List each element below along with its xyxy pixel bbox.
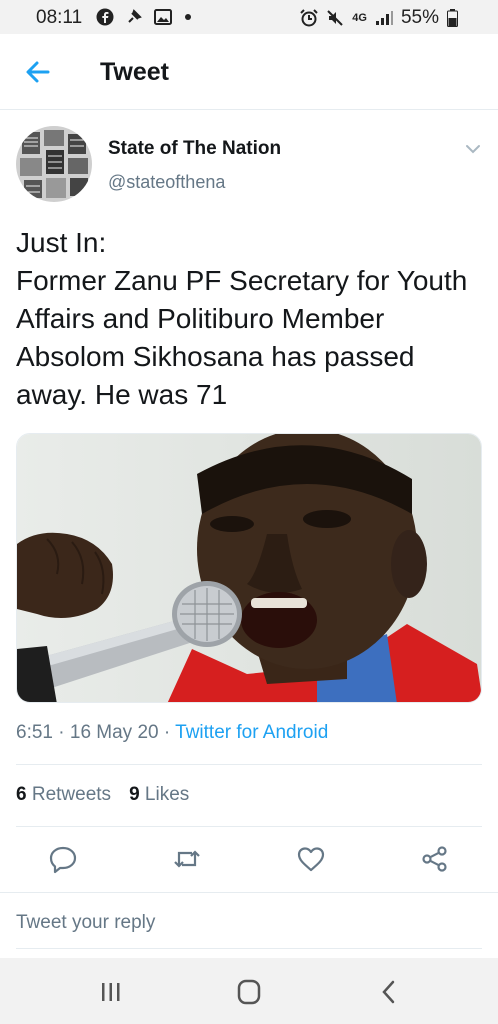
author-handle[interactable]: @stateofthena — [108, 172, 225, 193]
home-button[interactable] — [234, 978, 264, 1006]
divider — [16, 764, 482, 765]
avatar[interactable] — [16, 126, 92, 202]
tweet-time: 6:51 — [16, 722, 53, 743]
signal-icon — [375, 11, 393, 25]
status-notification-icons — [96, 8, 192, 26]
retweet-button[interactable] — [172, 844, 202, 874]
status-system-icons: 4G 55% — [300, 7, 458, 29]
page-title: Tweet — [100, 58, 169, 86]
retweets-count: 6 — [16, 784, 27, 805]
divider — [16, 948, 482, 949]
tweet-date: 16 May 20 — [69, 722, 159, 743]
facebook-icon — [96, 8, 114, 26]
home-icon — [237, 979, 261, 1005]
reply-icon — [49, 846, 77, 874]
divider — [0, 892, 498, 893]
back-icon — [382, 980, 395, 1004]
mute-icon — [327, 10, 343, 26]
top-app-bar: Tweet — [0, 34, 498, 110]
likes-stat[interactable]: 9 Likes — [129, 784, 189, 806]
reply-input[interactable]: Tweet your reply — [16, 912, 155, 934]
share-icon — [422, 846, 447, 872]
tweet-meta: 6:51 · 16 May 20 · Twitter for Android — [16, 722, 328, 744]
status-bar: 08:11 4G 55% — [0, 0, 498, 34]
dot-icon — [185, 14, 191, 20]
tweet-stats: 6 Retweets 9 Likes — [16, 784, 189, 806]
meta-separator: · — [163, 722, 171, 743]
recent-apps-button[interactable] — [96, 978, 126, 1006]
divider — [16, 826, 482, 827]
battery-icon — [447, 9, 458, 27]
back-button[interactable] — [22, 56, 54, 88]
tweet-text: Just In: Former Zanu PF Secretary for Yo… — [16, 227, 468, 410]
like-icon — [297, 847, 325, 872]
reply-button[interactable] — [48, 844, 78, 874]
likes-label: Likes — [144, 784, 190, 805]
tweet-source-link[interactable]: Twitter for Android — [175, 722, 328, 743]
photo-image — [17, 434, 481, 702]
like-button[interactable] — [296, 844, 326, 874]
battery-percentage: 55% — [400, 7, 439, 28]
retweets-label: Retweets — [31, 784, 112, 805]
alarm-icon — [300, 9, 318, 27]
tweet-options-button[interactable] — [462, 138, 484, 160]
network-type: 4G — [352, 12, 367, 24]
chevron-down-icon — [466, 145, 480, 154]
pin-icon — [128, 9, 142, 23]
meta-separator: · — [58, 722, 65, 743]
recent-apps-icon — [102, 983, 120, 1001]
tweet-actions — [0, 838, 498, 882]
status-time: 08:11 — [36, 7, 83, 28]
avatar-image — [16, 126, 92, 202]
back-nav-button[interactable] — [374, 978, 404, 1006]
retweet-icon — [174, 850, 200, 868]
share-button[interactable] — [420, 844, 450, 874]
system-navigation-bar — [0, 958, 498, 1024]
author-name[interactable]: State of The Nation — [108, 138, 281, 160]
arrow-left-icon — [26, 61, 50, 83]
image-icon — [154, 9, 172, 25]
retweets-stat[interactable]: 6 Retweets — [16, 784, 111, 806]
tweet-photo[interactable] — [16, 433, 482, 703]
likes-count: 9 — [129, 784, 140, 805]
